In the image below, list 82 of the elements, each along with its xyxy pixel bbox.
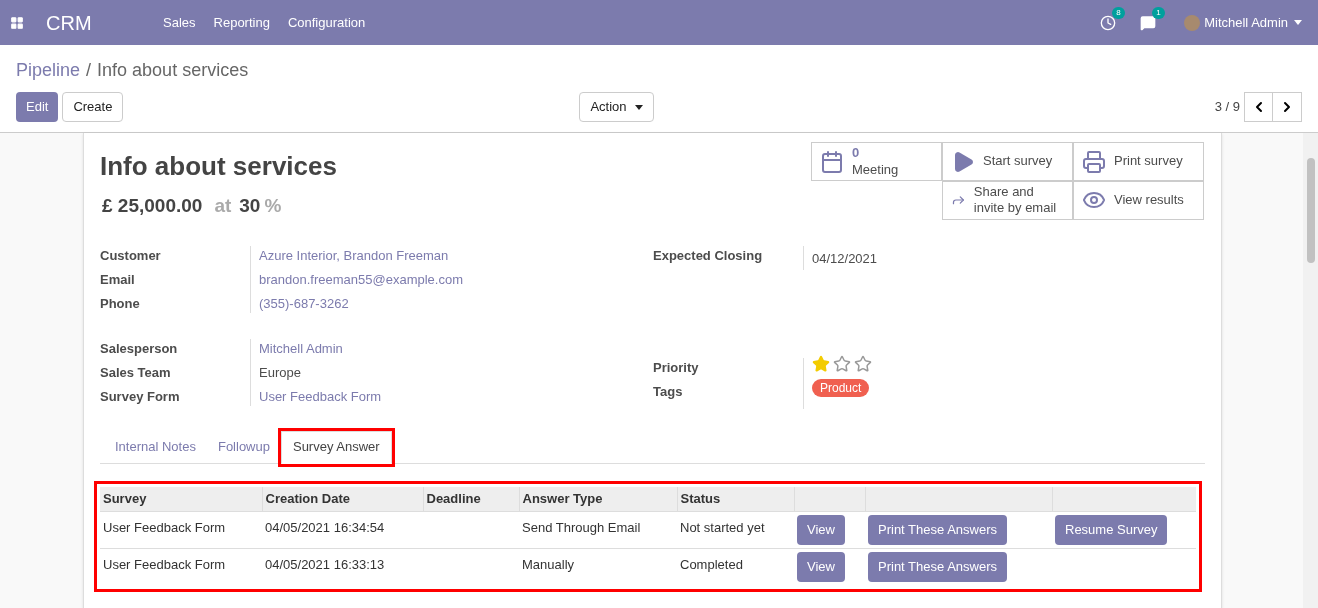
field-label: Sales Team: [100, 363, 172, 382]
tab[interactable]: Internal Notes: [104, 430, 207, 464]
action-dropdown[interactable]: Action: [579, 92, 654, 122]
field-link[interactable]: (355)-687-3262: [259, 293, 463, 313]
smart-button-label: View results: [1114, 192, 1184, 209]
table-cell: 04/05/2021 16:33:13: [265, 557, 385, 572]
field-label: Survey Form: [100, 387, 181, 406]
field-link[interactable]: brandon.freeman55@example.com: [259, 269, 463, 289]
filled-star-icon[interactable]: [812, 354, 830, 373]
user-menu[interactable]: Mitchell Admin: [1204, 12, 1302, 33]
apps-menu-icon[interactable]: [10, 15, 24, 30]
caret-icon: [1294, 20, 1302, 25]
field-label: Phone: [100, 294, 141, 313]
field-label: Expected Closing: [653, 246, 764, 265]
probability-value: 30: [239, 194, 261, 218]
smart-button-label: Share and invite by email: [973, 184, 1058, 217]
field-label: Tags: [653, 382, 684, 401]
calendar-icon: [820, 149, 844, 174]
row-action-button[interactable]: Print These Answers: [868, 515, 1007, 545]
field-label: Customer: [100, 246, 162, 265]
column-header[interactable]: Deadline: [423, 486, 519, 512]
field-label: Email: [100, 270, 136, 289]
breadcrumb-link[interactable]: Pipeline: [16, 57, 81, 84]
at-label: at: [214, 194, 232, 218]
field-link[interactable]: Mitchell Admin: [259, 338, 382, 358]
nav-menu-item[interactable]: Sales: [163, 12, 196, 33]
breadcrumb-separator: /: [86, 59, 92, 82]
breadcrumb-current: Info about services: [97, 59, 249, 82]
printer-icon: [1082, 149, 1106, 174]
message-count-badge: 1: [1152, 6, 1165, 19]
column-header[interactable]: Survey: [100, 486, 262, 512]
column-header[interactable]: Creation Date: [262, 486, 423, 512]
record-title: Info about services: [100, 150, 337, 183]
empty-star-icon[interactable]: [833, 354, 851, 373]
table-cell: User Feedback Form: [103, 557, 226, 572]
smart-button-label: Meeting: [852, 161, 899, 178]
field-value: 04/12/2021: [812, 250, 878, 266]
empty-star-icon[interactable]: [854, 354, 872, 373]
smart-button-label: Start survey: [983, 153, 1053, 170]
row-action-button[interactable]: View: [797, 552, 845, 582]
smart-button[interactable]: Start survey: [942, 142, 1073, 181]
pager-value: 3 / 9: [1214, 98, 1240, 117]
scrollbar[interactable]: [1303, 133, 1318, 608]
field-link[interactable]: Azure Interior, Brandon Freeman: [259, 245, 463, 265]
row-action-button[interactable]: Print These Answers: [868, 552, 1007, 582]
smart-button[interactable]: View results: [1073, 180, 1204, 220]
create-button[interactable]: Create: [62, 92, 124, 122]
tag: Product: [812, 378, 870, 397]
table-cell: Completed: [680, 557, 743, 572]
edit-button[interactable]: Edit: [16, 92, 59, 122]
row-action-button[interactable]: View: [797, 515, 845, 545]
tab[interactable]: Followup: [206, 430, 281, 464]
app-name[interactable]: CRM: [46, 7, 154, 38]
expected-revenue: £ 25,000.00: [102, 194, 203, 218]
table-cell: User Feedback Form: [103, 520, 226, 535]
smart-button[interactable]: 0 Meeting: [811, 142, 942, 181]
next-button[interactable]: [1273, 92, 1302, 122]
smart-button[interactable]: Print survey: [1073, 142, 1204, 181]
row-action-button[interactable]: Resume Survey: [1055, 515, 1168, 545]
field-label: Salesperson: [100, 339, 179, 358]
user-avatar: [1184, 14, 1201, 31]
previous-button[interactable]: [1244, 92, 1273, 122]
caret-icon: [634, 104, 643, 110]
field-link[interactable]: User Feedback Form: [259, 386, 382, 406]
nav-menu-item[interactable]: Configuration: [287, 12, 366, 33]
smart-button[interactable]: Share and invite by email: [942, 180, 1073, 220]
field-label: Priority: [653, 358, 700, 377]
smart-button-label: Print survey: [1114, 153, 1183, 170]
field-value: Europe: [259, 363, 302, 382]
table-cell: Not started yet: [680, 520, 765, 535]
nav-menu-item[interactable]: Reporting: [213, 12, 270, 33]
column-header[interactable]: Answer Type: [519, 486, 677, 512]
table-cell: Manually: [522, 557, 575, 572]
column-header[interactable]: Status: [677, 486, 794, 512]
activity-icon[interactable]: [1100, 14, 1117, 31]
messages-icon[interactable]: [1140, 14, 1157, 31]
meeting-count: 0: [852, 145, 861, 162]
table-cell: Send Through Email: [522, 520, 641, 535]
percent-sign: %: [264, 194, 282, 218]
activity-count-badge: 8: [1112, 6, 1125, 19]
tab[interactable]: Survey Answer: [280, 430, 392, 464]
table-cell: 04/05/2021 16:34:54: [265, 520, 385, 535]
